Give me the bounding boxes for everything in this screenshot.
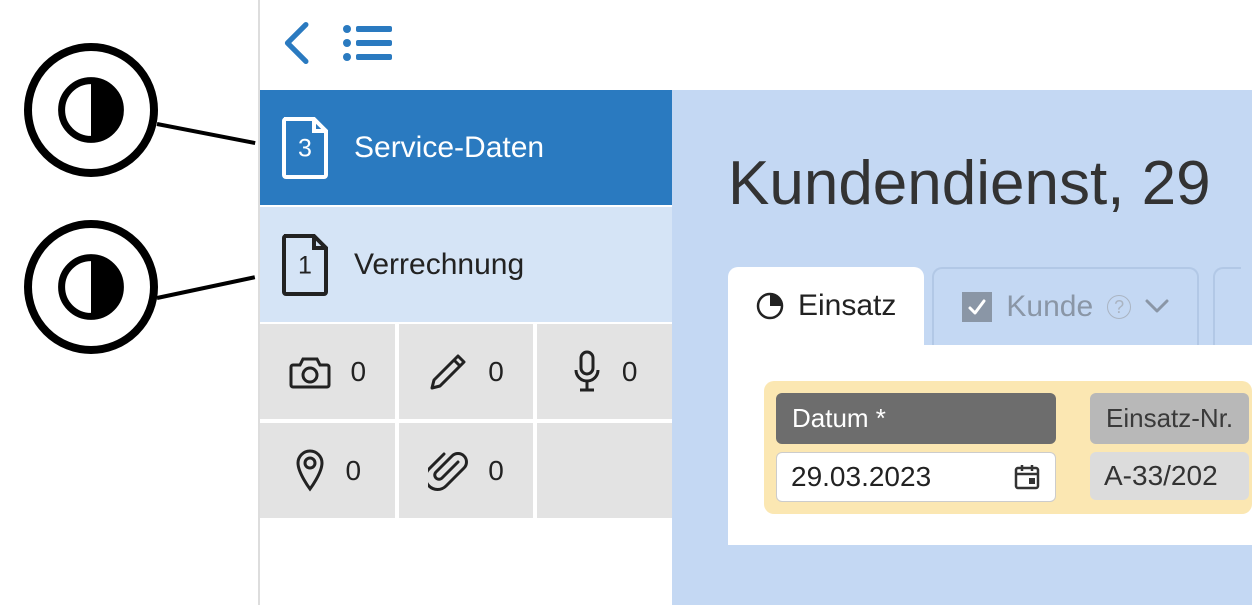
datum-input[interactable]: 29.03.2023 bbox=[776, 452, 1056, 502]
content-panel: Datum * 29.03.2023 bbox=[728, 345, 1252, 545]
field-einsatznr: Einsatz-Nr. A-33/202 bbox=[1090, 393, 1249, 502]
count: 0 bbox=[622, 356, 638, 388]
document-icon: 1 bbox=[280, 234, 330, 296]
help-icon: ? bbox=[1107, 295, 1131, 319]
empty-cell bbox=[537, 423, 672, 518]
calendar-icon bbox=[1013, 463, 1041, 491]
count: 0 bbox=[488, 455, 504, 487]
highlighted-fields: Datum * 29.03.2023 bbox=[764, 381, 1252, 514]
datum-value: 29.03.2023 bbox=[791, 461, 931, 493]
half-circle-icon bbox=[56, 252, 126, 322]
tab-label: Einsatz bbox=[798, 289, 896, 323]
tab-einsatz[interactable]: Einsatz bbox=[728, 267, 924, 345]
nav-badge: 3 bbox=[280, 134, 330, 163]
pin-icon bbox=[294, 449, 326, 493]
pencil-icon bbox=[428, 352, 468, 392]
pin-button[interactable]: 0 bbox=[260, 423, 395, 518]
field-datum: Datum * 29.03.2023 bbox=[776, 393, 1056, 502]
sidebar-item-service-daten[interactable]: 3 Service-Daten bbox=[260, 90, 672, 207]
title-suffix: , 29 bbox=[1107, 149, 1210, 218]
callout-line bbox=[157, 275, 256, 300]
toolbar bbox=[260, 0, 1252, 90]
nav-badge: 1 bbox=[280, 251, 330, 280]
half-circle-icon bbox=[56, 75, 126, 145]
attachment-grid: 0 0 0 bbox=[260, 324, 672, 518]
checkbox-icon bbox=[962, 292, 992, 322]
clip-button[interactable]: 0 bbox=[399, 423, 534, 518]
pencil-button[interactable]: 0 bbox=[399, 324, 534, 419]
list-button[interactable] bbox=[342, 24, 392, 67]
paperclip-icon bbox=[428, 450, 468, 492]
einsatznr-value: A-33/202 bbox=[1090, 452, 1249, 500]
nav-label: Service-Daten bbox=[354, 131, 544, 165]
count: 0 bbox=[351, 356, 367, 388]
page-title: Kundendienst, 29 bbox=[672, 90, 1252, 219]
annotation-overlay bbox=[0, 0, 260, 605]
tab-kunde[interactable]: Kunde ? bbox=[932, 267, 1199, 345]
camera-button[interactable]: 0 bbox=[260, 324, 395, 419]
pie-icon bbox=[756, 292, 784, 320]
mic-icon bbox=[572, 350, 602, 394]
tab-stub bbox=[1213, 267, 1241, 345]
callout-line bbox=[157, 122, 256, 145]
sidebar: 3 Service-Daten 1 Verrechnung bbox=[260, 90, 672, 605]
document-icon: 3 bbox=[280, 117, 330, 179]
app-window: 3 Service-Daten 1 Verrechnung bbox=[258, 0, 1252, 605]
tab-bar: Einsatz Kunde ? bbox=[728, 267, 1252, 345]
back-button[interactable] bbox=[282, 22, 314, 69]
field-label: Einsatz-Nr. bbox=[1090, 393, 1249, 444]
title-prefix: Kundendienst bbox=[728, 149, 1107, 218]
list-icon bbox=[342, 24, 392, 62]
callout-marker-1 bbox=[24, 43, 158, 177]
main-panel: Kundendienst, 29 Einsatz Ku bbox=[672, 90, 1252, 605]
tab-label: Kunde bbox=[1006, 290, 1093, 324]
count: 0 bbox=[346, 455, 362, 487]
chevron-down-icon bbox=[1145, 299, 1169, 315]
chevron-left-icon bbox=[282, 22, 314, 64]
field-label: Datum * bbox=[776, 393, 1056, 444]
camera-icon bbox=[289, 355, 331, 389]
callout-marker-2 bbox=[24, 220, 158, 354]
count: 0 bbox=[488, 356, 504, 388]
sidebar-item-verrechnung[interactable]: 1 Verrechnung bbox=[260, 207, 672, 324]
mic-button[interactable]: 0 bbox=[537, 324, 672, 419]
nav-label: Verrechnung bbox=[354, 248, 524, 282]
